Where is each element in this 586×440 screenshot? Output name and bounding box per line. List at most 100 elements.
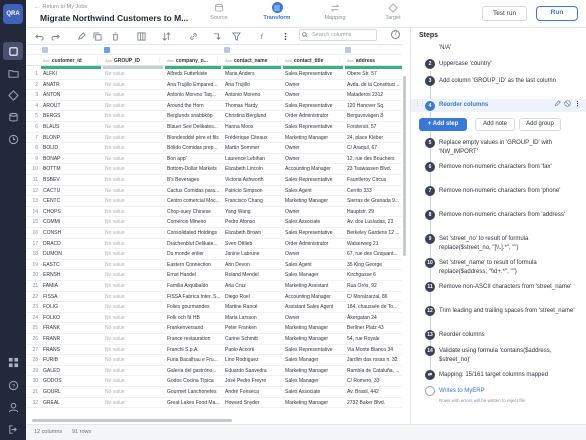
scroll-thumb[interactable] (403, 76, 406, 256)
table-cell[interactable]: 54, rue Royale (344, 334, 402, 345)
add-step-button[interactable]: + Add step (419, 118, 467, 131)
table-row[interactable]: 26 FRANR No value France restauration Carine… (26, 334, 402, 345)
column-header[interactable]: Abc company_n... ⋮ (164, 55, 222, 66)
column-type-icon[interactable] (42, 47, 48, 53)
undo-icon[interactable] (34, 31, 44, 41)
table-cell[interactable]: Eastern Connection (164, 260, 222, 271)
table-cell[interactable]: GODOS (40, 376, 102, 387)
table-cell[interactable]: Berliner Platz 43 (344, 323, 402, 334)
table-cell[interactable]: No value (102, 345, 164, 356)
table-row[interactable]: 1 ALFKI No value Alfreds Futterkiste Maria A… (26, 69, 402, 80)
table-cell[interactable]: Order Administrator (282, 111, 344, 122)
nav-transform[interactable]: Transform (255, 2, 299, 26)
table-cell[interactable]: Francisco Chang (222, 196, 282, 207)
table-cell[interactable]: Kirchgasse 6 (344, 270, 402, 281)
grid-help-icon[interactable]: ? (391, 30, 400, 39)
table-cell[interactable]: Owner (282, 249, 344, 260)
table-cell[interactable]: Pedro Afonso (222, 217, 282, 228)
table-cell[interactable]: GALED (40, 366, 102, 377)
table-cell[interactable]: BOTTM (40, 164, 102, 175)
table-cell[interactable]: Folies gourmandes (164, 302, 222, 313)
table-cell[interactable]: Owner (282, 207, 344, 218)
table-cell[interactable]: France restauration (164, 334, 222, 345)
table-cell[interactable]: No value (102, 101, 164, 112)
table-cell[interactable]: Sales Representative (282, 69, 344, 80)
table-cell[interactable]: No value (102, 217, 164, 228)
table-cell[interactable]: 23 Tsawassen Blvd. (344, 164, 402, 175)
table-cell[interactable]: No value (102, 302, 164, 313)
step-item[interactable]: 14 Validate using formula 'contains($add… (411, 346, 586, 366)
table-row[interactable]: 5 BERGS No value Berglunds snabbköp Christin… (26, 111, 402, 122)
vertical-scrollbar[interactable] (402, 56, 408, 416)
step-item[interactable]: 3 Add column 'GROUP_ID' as the last colu… (411, 76, 586, 96)
table-cell[interactable]: Godos Cocina Típica (164, 376, 222, 387)
table-cell[interactable]: CENTC (40, 196, 102, 207)
table-cell[interactable]: Patricio Simpson (222, 186, 282, 197)
table-cell[interactable]: FURIB (40, 355, 102, 366)
help-icon[interactable]: ? (6, 378, 20, 392)
table-cell[interactable]: Walserweg 21 (344, 239, 402, 250)
table-cell[interactable]: Accounting Manager (282, 164, 344, 175)
table-cell[interactable]: Bólido Comidas prep... (164, 143, 222, 154)
table-cell[interactable]: No value (102, 90, 164, 101)
table-row[interactable]: 24 FOLKO No value Folk och fä HB Maria Larss… (26, 313, 402, 324)
table-cell[interactable]: CACTU (40, 186, 102, 197)
table-cell[interactable]: Berguvsvägen 8 (344, 111, 402, 122)
table-cell[interactable]: Owner (282, 90, 344, 101)
table-cell[interactable]: No value (102, 387, 164, 398)
column-header[interactable]: Abc address (344, 55, 402, 66)
filter-icon[interactable] (231, 31, 241, 41)
table-row[interactable]: 13 CENTC No value Centro comercial Moc... Fr… (26, 196, 402, 207)
table-cell[interactable]: Av. Brasil, 442 (344, 387, 402, 398)
table-row[interactable]: 21 FAMIA No value Familia Arquibaldo Aria Cr… (26, 281, 402, 292)
table-row[interactable]: 4 AROUT No value Around the Horn Thomas Hard… (26, 101, 402, 112)
table-cell[interactable]: No value (102, 111, 164, 122)
column-menu-icon[interactable]: ⋮ (95, 55, 100, 66)
table-cell[interactable]: COMMI (40, 217, 102, 228)
table-cell[interactable]: Maria Anders (222, 69, 282, 80)
table-row[interactable]: 23 FOLIG No value Folies gourmandes Martine … (26, 302, 402, 313)
column-menu-icon[interactable]: ⋮ (157, 55, 162, 66)
step-item[interactable]: 2 Uppercase 'country' (411, 59, 586, 71)
table-cell[interactable]: DRACD (40, 239, 102, 250)
table-cell[interactable]: ALFKI (40, 69, 102, 80)
table-cell[interactable]: No value (102, 69, 164, 80)
table-cell[interactable]: No value (102, 239, 164, 250)
table-cell[interactable]: Great Lakes Food Ma... (164, 398, 222, 409)
columns-icon[interactable] (136, 31, 146, 41)
table-cell[interactable]: BERGS (40, 111, 102, 122)
table-cell[interactable]: CONSH (40, 228, 102, 239)
table-cell[interactable]: Antonio Moreno Taq... (164, 90, 222, 101)
table-cell[interactable]: Peter Franken (222, 323, 282, 334)
table-row[interactable]: 25 FRANK No value Frankenversand Peter Frank… (26, 323, 402, 334)
table-row[interactable]: 8 BOLID No value Bólido Comidas prep... Mart… (26, 143, 402, 154)
step-item[interactable]: 5 Replace empty values in 'GROUP_ID' wit… (411, 138, 586, 158)
table-row[interactable]: 28 FURIB No value Furia Bacalhau e Fru... Li… (26, 355, 402, 366)
table-cell[interactable]: Sales Representative (282, 228, 344, 239)
table-cell[interactable]: Forsterstr. 57 (344, 122, 402, 133)
table-row[interactable]: 18 DUMON No value Du monde entier Janine Lab… (26, 249, 402, 260)
table-cell[interactable]: Franchi S.p.A. (164, 345, 222, 356)
delete-icon[interactable] (110, 31, 120, 41)
table-cell[interactable]: Christina Berglund (222, 111, 282, 122)
table-row[interactable]: 20 ERNSH No value Ernst Handel Roland Mendel… (26, 270, 402, 281)
table-cell[interactable]: Paolo Accorti (222, 345, 282, 356)
table-cell[interactable]: Comércio Mineiro (164, 217, 222, 228)
step-item[interactable]: 12 Trim leading and trailing spaces from… (411, 306, 586, 326)
table-cell[interactable]: Laurence Lebihan (222, 154, 282, 165)
table-cell[interactable]: FOLKO (40, 313, 102, 324)
table-cell[interactable]: Around the Horn (164, 101, 222, 112)
table-cell[interactable]: Aria Cruz (222, 281, 282, 292)
step-item[interactable]: 10 Set 'street_name' to result of formul… (411, 258, 586, 278)
table-cell[interactable]: Sales Representative (282, 175, 344, 186)
table-row[interactable]: 2 ANATR No value Ana Trujillo Empared... Ana… (26, 80, 402, 91)
table-cell[interactable]: BSBEV (40, 175, 102, 186)
table-cell[interactable]: Cactus Comidas para... (164, 186, 222, 197)
table-cell[interactable]: Janine Labrune (222, 249, 282, 260)
table-cell[interactable]: 2732 Baker Blvd. (344, 398, 402, 409)
table-cell[interactable]: No value (102, 334, 164, 345)
table-cell[interactable]: Sales Representative (282, 122, 344, 133)
table-cell[interactable]: No value (102, 133, 164, 144)
table-cell[interactable]: Sales Associate (282, 217, 344, 228)
table-cell[interactable]: FAMIA (40, 281, 102, 292)
